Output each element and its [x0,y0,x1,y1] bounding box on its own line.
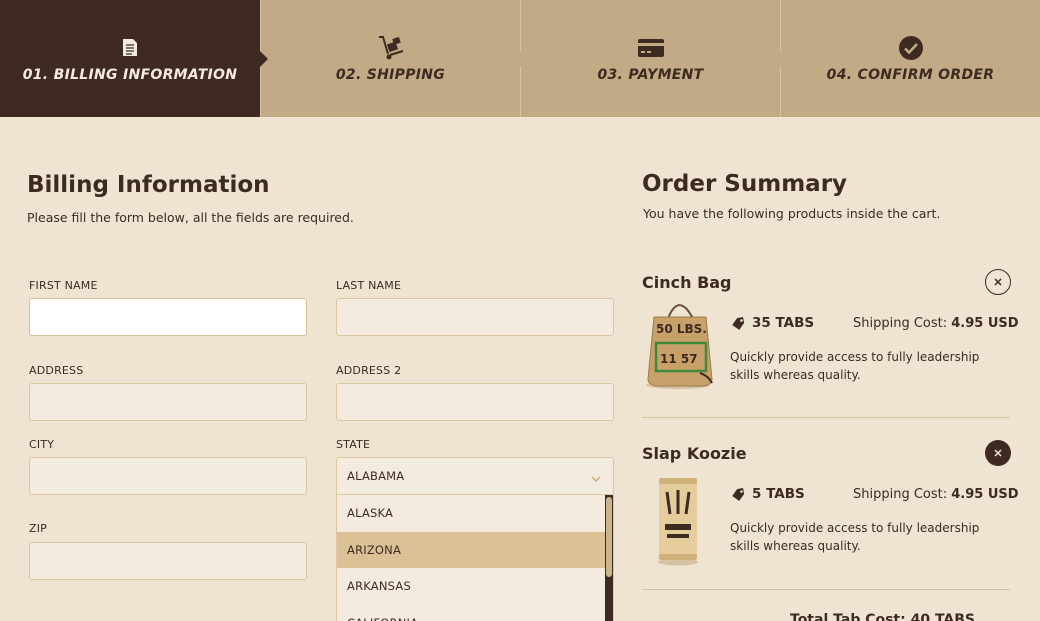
close-icon [994,449,1002,457]
item-tabs: 35 TABS [730,315,814,331]
last-name-label: LAST NAME [336,279,402,292]
step-label: 02. SHIPPING [335,66,446,83]
hand-truck-icon [377,35,405,61]
item-shipping-cost: Shipping Cost: 4.95 USD [853,316,1019,331]
billing-title: Billing Information [27,172,270,198]
item-tabs-value: 5 TABS [752,486,805,502]
total-tab-cost: Total Tab Cost: 40 TABS [790,612,975,621]
cart-item-name: Slap Koozie [642,444,747,463]
tag-icon [732,488,745,501]
credit-card-icon [637,35,665,61]
close-icon [994,278,1002,286]
scrollbar-thumb[interactable] [606,497,612,577]
first-name-label: FIRST NAME [29,279,98,292]
item-description: Quickly provide access to fully leadersh… [730,350,980,382]
divider [642,589,1010,590]
total-label: Total Tab Cost: [790,612,906,621]
remove-item-button[interactable] [985,269,1011,295]
state-selected-value: ALABAMA [347,469,405,483]
order-summary-subtitle: You have the following products inside t… [643,206,941,221]
address2-input[interactable] [336,383,614,421]
city-label: CITY [29,438,55,451]
state-option-arkansas[interactable]: ARKANSAS [337,568,613,605]
state-dropdown-list: ALASKA ARIZONA ARKANSAS CALIFORNIA [336,495,614,621]
last-name-input[interactable] [336,298,614,336]
cart-item-name: Cinch Bag [642,273,732,292]
checkmark-circle-icon [898,35,924,61]
address2-label: ADDRESS 2 [336,364,402,377]
tag-icon [732,317,745,330]
dropdown-scrollbar[interactable] [605,495,613,621]
item-description: Quickly provide access to fully leadersh… [730,521,980,553]
state-option-alaska[interactable]: ALASKA [337,495,613,532]
step-label: 04. CONFIRM ORDER [826,66,995,83]
state-label: STATE [336,438,371,451]
zip-input[interactable] [29,542,307,580]
cinch-bag-image: 50 LBS. 11 57 [640,303,716,395]
slap-koozie-image [655,474,701,570]
svg-text:11 57: 11 57 [660,352,698,366]
shipping-cost-value: 4.95 USD [951,316,1019,331]
remove-item-button[interactable] [985,440,1011,466]
checkout-steps: 01. BILLING INFORMATION 02. SHIPPING 03.… [0,0,1040,117]
step-shipping[interactable]: 02. SHIPPING [260,0,528,117]
order-summary-title: Order Summary [642,171,848,197]
shipping-cost-label: Shipping Cost: [853,487,948,502]
state-select[interactable]: ALABAMA [336,457,614,495]
step-label: 01. BILLING INFORMATION [22,66,238,83]
city-input[interactable] [29,457,307,495]
zip-label: ZIP [29,522,48,535]
document-icon [122,35,138,61]
step-label: 03. PAYMENT [597,66,704,83]
item-tabs-value: 35 TABS [752,315,815,331]
step-arrow [780,50,788,67]
step-arrow [520,50,528,67]
item-shipping-cost: Shipping Cost: 4.95 USD [853,487,1019,502]
divider [642,417,1010,418]
state-option-arizona[interactable]: ARIZONA [337,531,613,568]
step-billing-information[interactable]: 01. BILLING INFORMATION [0,0,268,117]
svg-text:50 LBS.: 50 LBS. [656,322,707,336]
billing-subtitle: Please fill the form below, all the fiel… [27,210,354,225]
first-name-input[interactable] [29,298,307,336]
step-payment[interactable]: 03. PAYMENT [520,0,788,117]
shipping-cost-value: 4.95 USD [951,487,1019,502]
step-confirm-order[interactable]: 04. CONFIRM ORDER [780,0,1040,117]
shipping-cost-label: Shipping Cost: [853,316,948,331]
total-value: 40 TABS [910,612,976,621]
step-arrow [260,50,268,67]
chevron-down-icon [591,472,601,486]
address-input[interactable] [29,383,307,421]
item-tabs: 5 TABS [730,486,805,502]
address-label: ADDRESS [29,364,84,377]
state-option-california[interactable]: CALIFORNIA [337,605,613,621]
